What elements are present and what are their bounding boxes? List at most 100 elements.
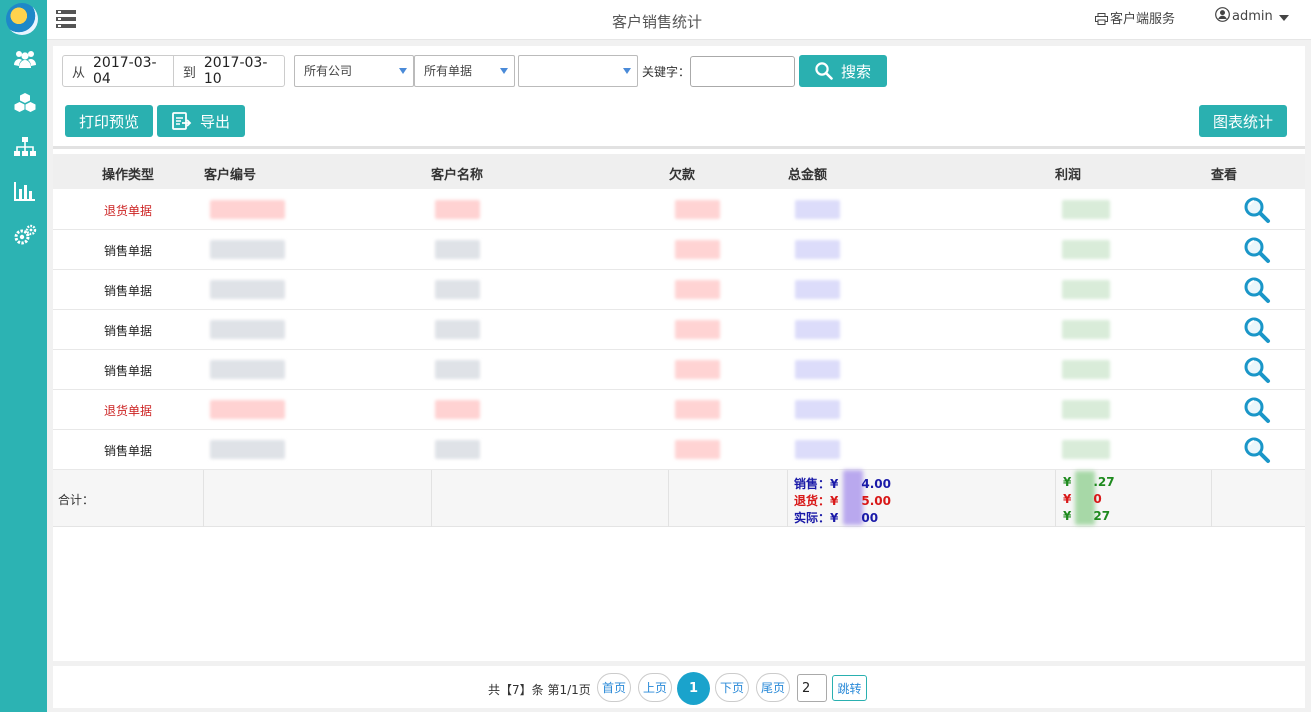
- table-row: 退货单据: [53, 190, 1305, 230]
- user-menu[interactable]: admin: [1215, 7, 1291, 24]
- column-divider: [203, 470, 204, 527]
- keyword-input[interactable]: [690, 56, 795, 87]
- export-button[interactable]: 导出: [157, 105, 245, 137]
- actual-sum: 实际：¥ 00: [794, 509, 878, 526]
- to-date-field[interactable]: 到 2017-03-10: [174, 55, 284, 87]
- total-label: 合计：: [58, 493, 95, 507]
- client-service-link[interactable]: 客户端服务: [1095, 8, 1175, 27]
- redacted-cell: [435, 360, 480, 379]
- top-header: 客户销售统计 客户端服务 admin: [47, 0, 1311, 40]
- redacted-cell: [210, 200, 285, 219]
- profit-return-tail: 0: [1093, 492, 1102, 506]
- redacted-cell: [795, 280, 840, 299]
- column-divider: [1211, 470, 1212, 527]
- redacted-cell: [675, 280, 720, 299]
- document-select[interactable]: 所有单据: [414, 55, 515, 87]
- profit-actual-tail: 27: [1093, 509, 1111, 523]
- redacted-cell: [1062, 240, 1110, 259]
- next-page-button[interactable]: 下页: [715, 673, 749, 702]
- redacted-cell: [795, 240, 840, 259]
- column-divider: [668, 470, 669, 527]
- redacted-cell: [675, 360, 720, 379]
- app-logo[interactable]: [6, 3, 38, 35]
- magnifier-icon[interactable]: [1243, 356, 1271, 384]
- search-button[interactable]: 搜索: [799, 55, 887, 87]
- company-select-value: 所有公司: [304, 64, 353, 78]
- date-range: 从 2017-03-04 到 2017-03-10: [62, 55, 285, 87]
- jump-page-input[interactable]: [797, 674, 827, 702]
- current-page-button[interactable]: 1: [677, 672, 710, 705]
- operation-type-cell: 退货单据: [103, 204, 152, 218]
- last-page-button[interactable]: 尾页: [756, 673, 790, 702]
- redacted-cell: [795, 440, 840, 459]
- print-preview-button[interactable]: 打印预览: [65, 105, 153, 137]
- col-customer-id: 客户编号: [204, 168, 257, 183]
- gears-icon[interactable]: [13, 224, 37, 246]
- redacted-cell: [675, 200, 720, 219]
- profit-actual-sum: ¥27: [1063, 509, 1110, 523]
- from-date-field[interactable]: 从 2017-03-04: [63, 55, 174, 87]
- operation-type-cell: 销售单据: [103, 284, 152, 298]
- jump-button[interactable]: 跳转: [832, 675, 867, 701]
- export-icon: [172, 112, 192, 130]
- printer-icon: [1095, 13, 1108, 25]
- magnifier-icon[interactable]: [1243, 236, 1271, 264]
- caret-down-icon: [1278, 15, 1289, 21]
- user-name: admin: [1232, 9, 1273, 24]
- col-total-amount: 总金额: [788, 168, 828, 183]
- user-circle-icon: [1215, 7, 1230, 22]
- client-service-label: 客户端服务: [1110, 12, 1176, 27]
- profit-actual-pre: ¥: [1063, 509, 1072, 523]
- pagination: 共【7】条 第1/1页 首页 上页 1 下页 尾页 跳转: [53, 666, 1305, 708]
- export-label: 导出: [199, 112, 230, 131]
- col-operation-type: 操作类型: [102, 168, 155, 183]
- magnifier-icon[interactable]: [1243, 436, 1271, 464]
- redacted-cell: [210, 400, 285, 419]
- redacted-cell: [435, 440, 480, 459]
- table-row: 销售单据: [53, 270, 1305, 310]
- prev-page-button[interactable]: 上页: [638, 673, 672, 702]
- magnifier-icon[interactable]: [1243, 316, 1271, 344]
- chart-stats-button[interactable]: 图表统计: [1199, 105, 1287, 137]
- profit-sales-tail: .27: [1093, 475, 1115, 489]
- sidebar: [0, 0, 47, 712]
- col-profit: 利润: [1055, 168, 1082, 183]
- redacted-cell: [1062, 280, 1110, 299]
- to-label: 到: [182, 65, 196, 81]
- operation-type-cell: 销售单据: [103, 364, 152, 378]
- profit-sales-pre: ¥: [1063, 475, 1072, 489]
- redacted-cell: [435, 200, 480, 219]
- first-page-button[interactable]: 首页: [597, 673, 631, 702]
- column-divider: [787, 470, 788, 527]
- table-row: 销售单据: [53, 430, 1305, 470]
- page-title: 客户销售统计: [611, 13, 702, 31]
- redacted-cell: [210, 280, 285, 299]
- operation-type-cell: 退货单据: [103, 404, 152, 418]
- redacted-cell: [435, 320, 480, 339]
- magnifier-icon[interactable]: [1243, 276, 1271, 304]
- col-debt: 欠款: [669, 168, 696, 183]
- users-icon[interactable]: [13, 48, 37, 70]
- profit-sales-sum: ¥ .27: [1063, 475, 1115, 489]
- third-select[interactable]: [518, 55, 638, 87]
- magnifier-icon[interactable]: [1243, 396, 1271, 424]
- operation-type-cell: 销售单据: [103, 244, 152, 258]
- redacted-cell: [435, 240, 480, 259]
- company-select[interactable]: 所有公司: [294, 55, 414, 87]
- bar-chart-icon[interactable]: [13, 180, 37, 202]
- keyword-label: 关键字：: [642, 65, 691, 79]
- redacted-cell: [795, 200, 840, 219]
- table-row: 销售单据: [53, 310, 1305, 350]
- redacted-cell: [210, 240, 285, 259]
- redacted-cell: [675, 240, 720, 259]
- search-button-label: 搜索: [840, 62, 871, 81]
- redacted-cell: [1062, 320, 1110, 339]
- to-date-value: 2017-03-10: [203, 55, 268, 87]
- cubes-icon[interactable]: [13, 92, 37, 114]
- magnifier-icon[interactable]: [1243, 196, 1271, 224]
- redacted-cell: [435, 400, 480, 419]
- redacted-cell: [795, 360, 840, 379]
- table-header: 操作类型 客户编号 客户名称 欠款 总金额 利润 查看: [53, 154, 1305, 189]
- sitemap-icon[interactable]: [13, 136, 37, 158]
- redacted-cell: [1062, 200, 1110, 219]
